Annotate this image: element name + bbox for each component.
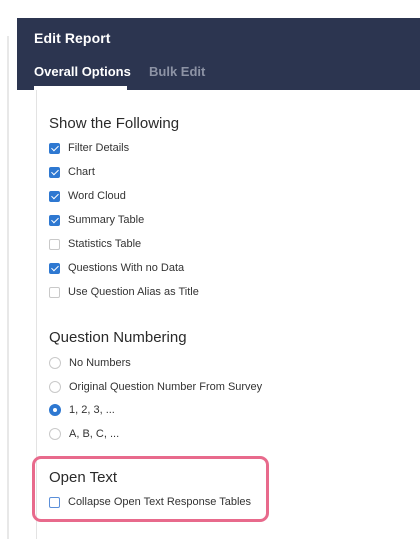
option-label: Filter Details <box>68 142 130 154</box>
option-label: 1, 2, 3, ... <box>69 404 115 416</box>
checkbox-checked-icon[interactable] <box>49 142 60 154</box>
panel-title: Edit Report <box>34 30 111 46</box>
checkbox-checked-icon[interactable] <box>49 214 60 226</box>
radio-original-question-number[interactable]: Original Question Number From Survey <box>49 379 262 395</box>
option-label: Questions With no Data <box>68 262 185 274</box>
checkbox-unchecked-icon[interactable] <box>49 238 60 250</box>
option-label: A, B, C, ... <box>69 428 120 440</box>
option-word-cloud[interactable]: Word Cloud <box>49 188 126 204</box>
option-label: Word Cloud <box>68 190 126 202</box>
panel-header: Edit Report Overall Options Bulk Edit <box>17 18 420 90</box>
radio-numeric[interactable]: 1, 2, 3, ... <box>49 402 115 418</box>
open-text-section-title: Open Text <box>49 469 118 486</box>
tab-bulk-edit[interactable]: Bulk Edit <box>149 64 205 79</box>
checkbox-checked-icon[interactable] <box>49 190 60 202</box>
panel-shadow <box>7 36 9 539</box>
radio-alphabetic[interactable]: A, B, C, ... <box>49 426 119 442</box>
open-text-highlight <box>32 456 269 522</box>
checkbox-checked-icon[interactable] <box>49 262 60 274</box>
radio-unselected-icon[interactable] <box>49 357 61 369</box>
radio-unselected-icon[interactable] <box>49 428 61 440</box>
checkbox-unchecked-icon[interactable] <box>49 496 60 508</box>
radio-unselected-icon[interactable] <box>49 381 61 393</box>
option-label: No Numbers <box>69 357 131 369</box>
option-summary-table[interactable]: Summary Table <box>49 212 144 228</box>
checkbox-checked-icon[interactable] <box>49 166 60 178</box>
numbering-section-title: Question Numbering <box>49 329 187 346</box>
option-chart[interactable]: Chart <box>49 164 95 180</box>
radio-no-numbers[interactable]: No Numbers <box>49 355 131 371</box>
option-collapse-open-text[interactable]: Collapse Open Text Response Tables <box>49 494 251 510</box>
option-label: Summary Table <box>68 214 145 226</box>
option-label: Original Question Number From Survey <box>69 381 263 393</box>
option-use-question-alias[interactable]: Use Question Alias as Title <box>49 284 199 300</box>
show-section-title: Show the Following <box>49 115 180 132</box>
tab-overall-options[interactable]: Overall Options <box>34 64 131 79</box>
option-label: Use Question Alias as Title <box>68 286 199 298</box>
radio-selected-icon[interactable] <box>49 404 61 416</box>
edit-report-panel: Edit Report Overall Options Bulk Edit Sh… <box>17 18 420 539</box>
option-filter-details[interactable]: Filter Details <box>49 140 129 156</box>
option-questions-with-no-data[interactable]: Questions With no Data <box>49 260 184 276</box>
option-label: Collapse Open Text Response Tables <box>68 496 252 508</box>
option-label: Chart <box>68 166 95 178</box>
option-label: Statistics Table <box>68 238 142 250</box>
option-statistics-table[interactable]: Statistics Table <box>49 236 141 252</box>
checkbox-unchecked-icon[interactable] <box>49 286 60 298</box>
active-tab-indicator <box>34 86 127 90</box>
